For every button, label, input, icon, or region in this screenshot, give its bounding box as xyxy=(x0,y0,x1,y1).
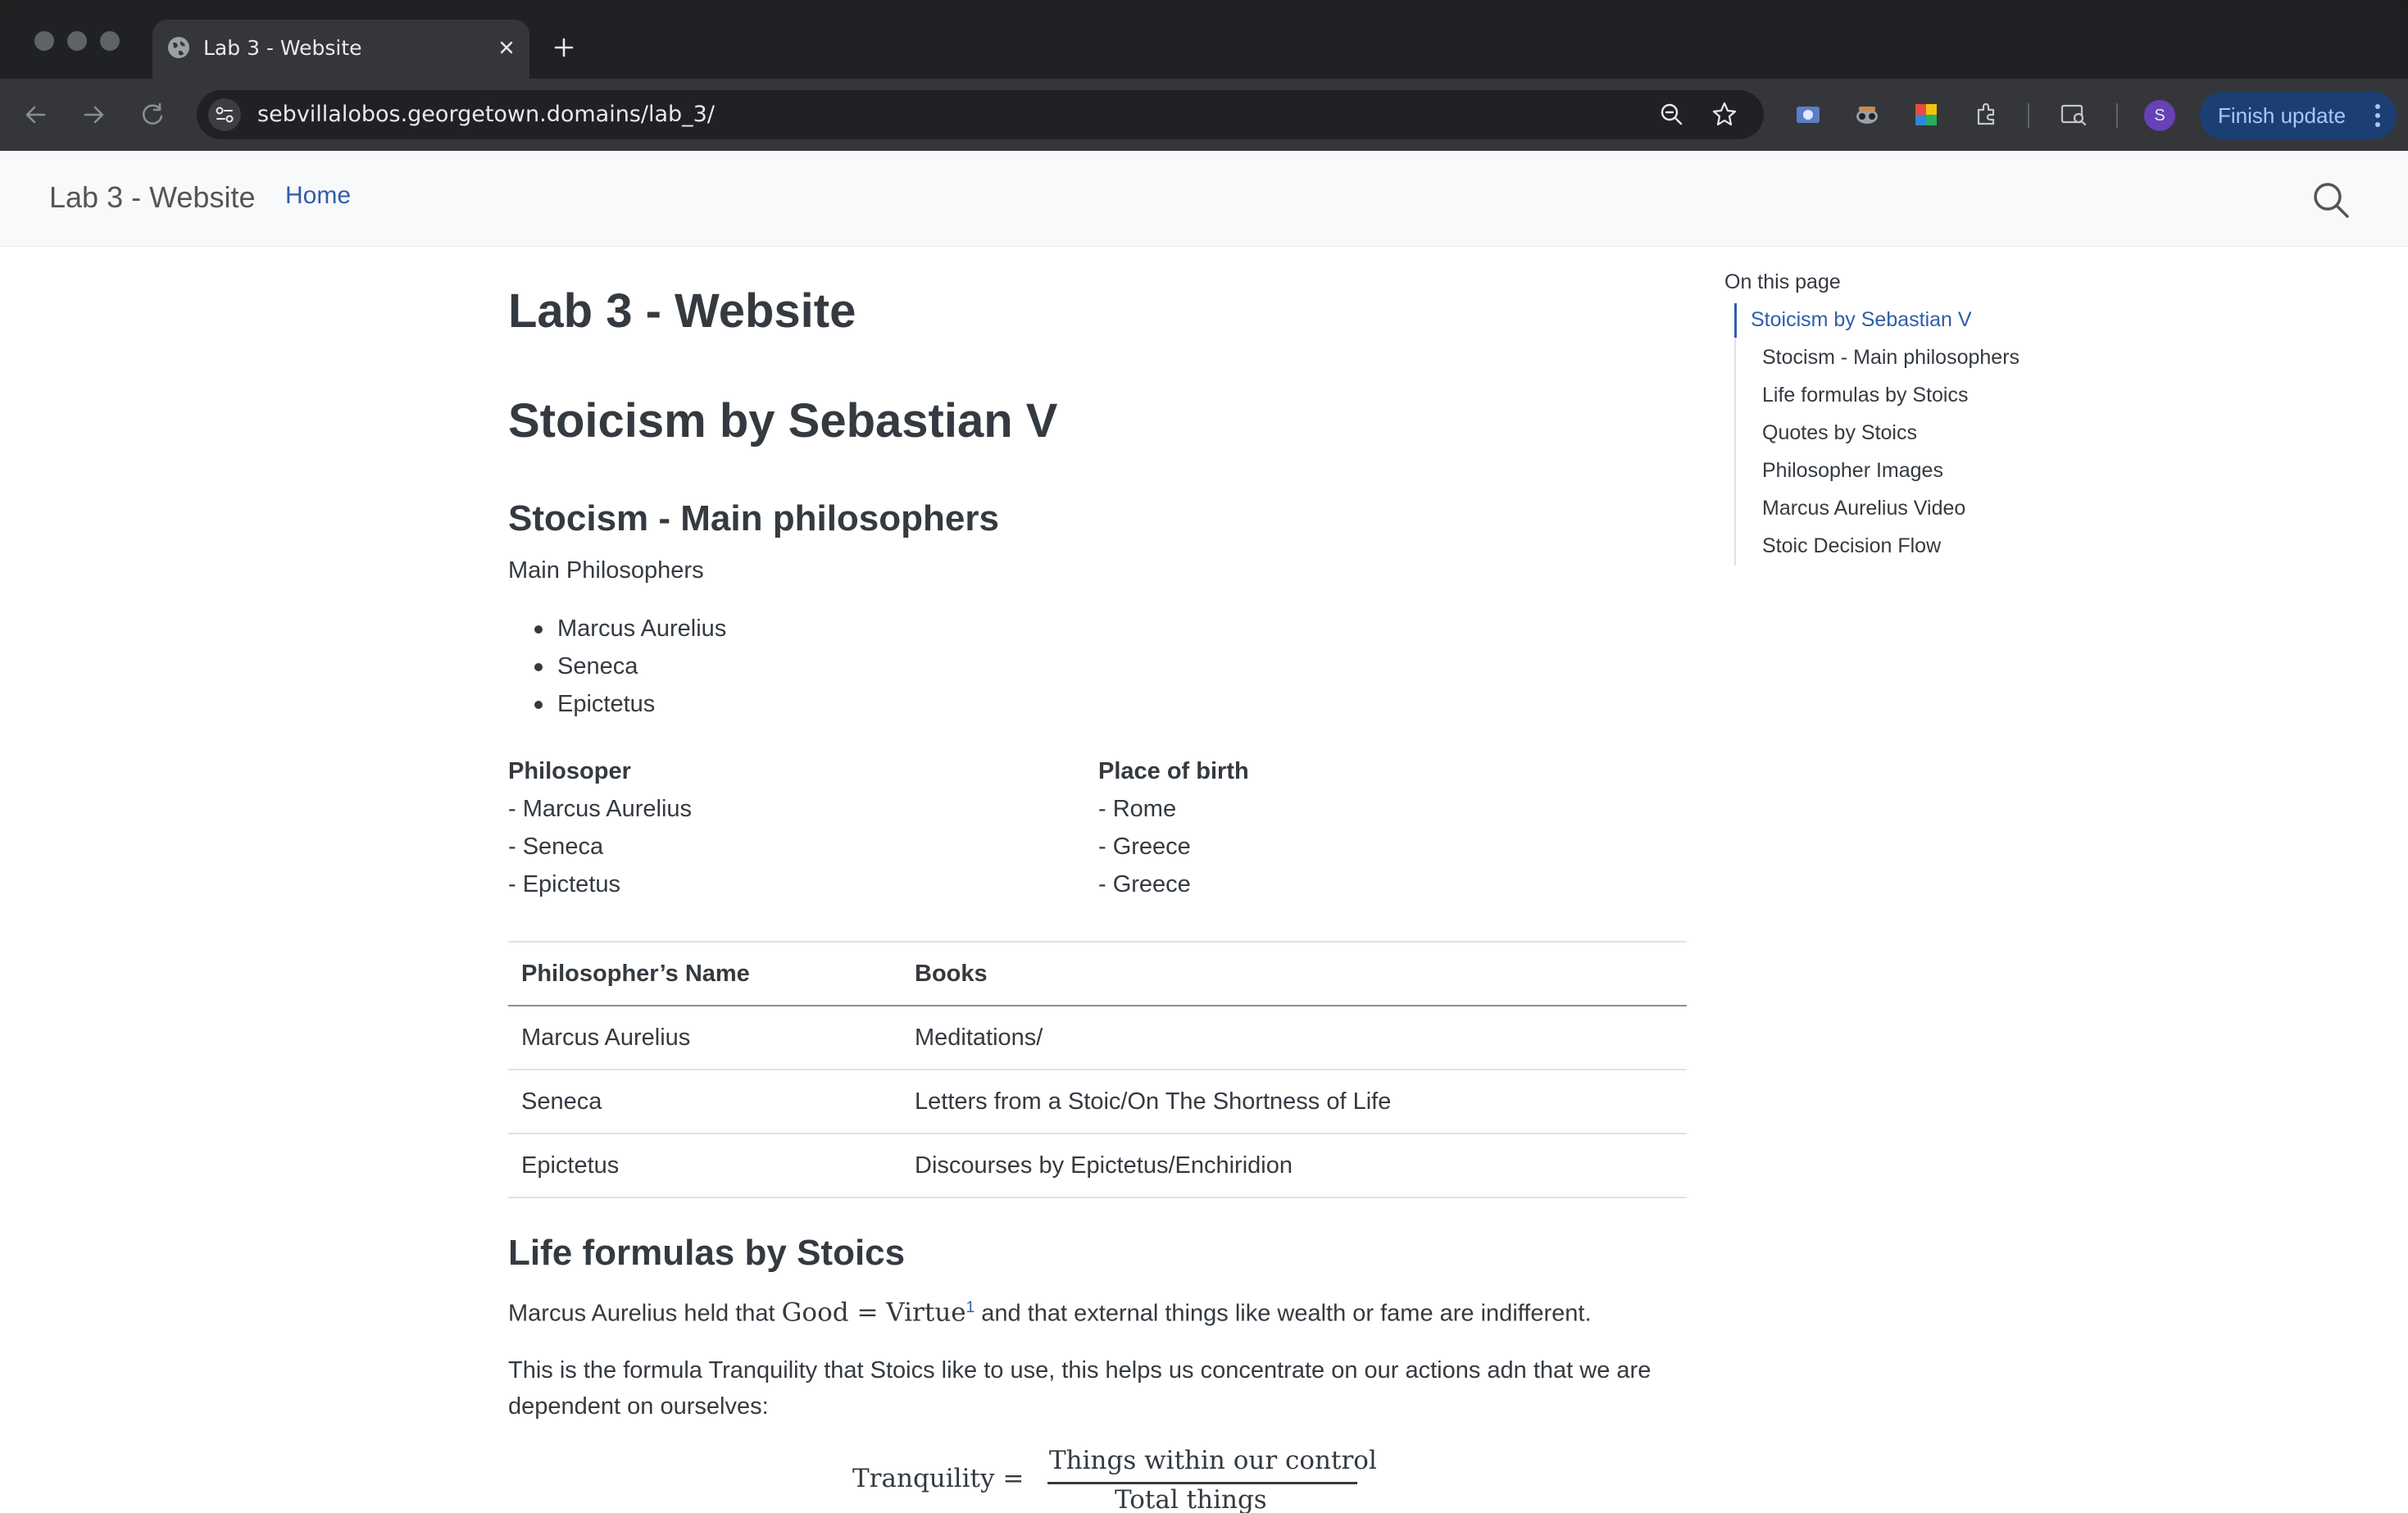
extensions-puzzle-icon[interactable] xyxy=(1969,97,2005,133)
column-item: - Greece xyxy=(1098,871,1191,897)
tab-strip: Lab 3 - Website xyxy=(0,7,2408,79)
zoom-icon[interactable] xyxy=(1654,97,1690,133)
finish-update-label: Finish update xyxy=(2218,103,2347,128)
toc-item-main-philosophers[interactable]: Stocism - Main philosophers xyxy=(1762,346,2020,370)
zoom-window-light[interactable] xyxy=(100,31,120,51)
minimize-window-light[interactable] xyxy=(67,31,87,51)
more-options-icon[interactable] xyxy=(2372,102,2383,129)
table-header-row: Philosopher’s Name Books xyxy=(508,941,1687,1006)
virtue-text-before: Marcus Aurelius held that xyxy=(508,1300,782,1327)
finish-update-button[interactable]: Finish update xyxy=(2200,92,2397,139)
table-header-books: Books xyxy=(902,941,1687,1006)
books-table: Philosopher’s Name Books Marcus Aurelius… xyxy=(508,941,1687,1198)
column-item: - Seneca xyxy=(508,834,604,860)
philosopher-list: Marcus Aurelius Seneca Epictetus xyxy=(508,610,726,723)
site-brand[interactable]: Lab 3 - Website xyxy=(49,180,255,215)
browser-window: Lab 3 - Website sebvillalobos.georgetown… xyxy=(0,7,2408,1513)
table-header-name: Philosopher’s Name xyxy=(508,941,902,1006)
table-cell: Meditations/ xyxy=(902,1006,1687,1070)
tranquility-paragraph-line-1: This is the formula Tranquility that Sto… xyxy=(508,1357,1652,1384)
close-window-light[interactable] xyxy=(34,31,54,51)
address-bar[interactable]: sebvillalobos.georgetown.domains/lab_3/ xyxy=(197,90,1764,139)
screenshot-extension-icon[interactable] xyxy=(1790,97,1826,133)
browser-tab[interactable]: Lab 3 - Website xyxy=(152,20,529,79)
toc-item-quotes[interactable]: Quotes by Stoics xyxy=(1762,421,1917,445)
globe-icon xyxy=(168,37,189,58)
list-item: Marcus Aurelius xyxy=(508,610,726,647)
table-cell: Letters from a Stoic/On The Shortness of… xyxy=(902,1070,1687,1134)
formula-numerator: Things within our control xyxy=(1049,1446,1377,1475)
heading-stoicism: Stoicism by Sebastian V xyxy=(508,394,1058,448)
formula-lhs: Tranquility = xyxy=(852,1464,1025,1493)
toc-active-indicator xyxy=(1734,303,1737,338)
search-tabs-icon[interactable] xyxy=(2056,97,2092,133)
toc-item-video[interactable]: Marcus Aurelius Video xyxy=(1762,497,1965,520)
table-row: Epictetus Discourses by Epictetus/Enchir… xyxy=(508,1134,1687,1198)
url-text: sebvillalobos.georgetown.domains/lab_3/ xyxy=(257,102,715,127)
birthplace-column: Place of birth - Rome - Greece - Greece xyxy=(1098,752,1249,903)
site-navbar: Lab 3 - Website Home xyxy=(0,151,2408,247)
virtue-text-after: and that external things like wealth or … xyxy=(975,1300,1592,1327)
heading-life-formulas: Life formulas by Stoics xyxy=(508,1233,906,1273)
toc-item-images[interactable]: Philosopher Images xyxy=(1762,459,1943,483)
page-title: Lab 3 - Website xyxy=(508,284,856,338)
toc-rail xyxy=(1734,303,1736,566)
table-cell: Marcus Aurelius xyxy=(508,1006,902,1070)
toolbar-separator xyxy=(2028,103,2029,128)
browser-toolbar: sebvillalobos.georgetown.domains/lab_3/ xyxy=(0,79,2408,151)
table-cell: Seneca xyxy=(508,1070,902,1134)
formula-denominator: Total things xyxy=(1115,1485,1267,1513)
column-item: - Greece xyxy=(1098,834,1191,860)
search-icon[interactable] xyxy=(2311,180,2351,220)
reload-icon[interactable] xyxy=(134,97,170,133)
new-tab-icon[interactable] xyxy=(547,31,580,64)
color-palette-extension-icon[interactable] xyxy=(1908,97,1944,133)
spy-extension-icon[interactable] xyxy=(1849,97,1885,133)
toc-heading: On this page xyxy=(1724,270,1841,293)
philosopher-column: Philosoper - Marcus Aurelius - Seneca - … xyxy=(508,752,692,903)
tab-title: Lab 3 - Website xyxy=(203,36,362,60)
list-item: Epictetus xyxy=(508,685,726,723)
profile-avatar[interactable]: S xyxy=(2144,100,2175,131)
site-info-icon[interactable] xyxy=(208,98,241,131)
table-cell: Epictetus xyxy=(508,1134,902,1198)
toc-item-decision-flow[interactable]: Stoic Decision Flow xyxy=(1762,534,1941,558)
virtue-equation: Good = Virtue xyxy=(781,1297,966,1328)
column-item: - Epictetus xyxy=(508,871,620,897)
table-row: Marcus Aurelius Meditations/ xyxy=(508,1006,1687,1070)
forward-icon[interactable] xyxy=(75,97,111,133)
web-page: Lab 3 - Website Home Lab 3 - Website Sto… xyxy=(0,151,2408,1513)
list-item: Seneca xyxy=(508,647,726,685)
footnote-link[interactable]: 1 xyxy=(966,1299,975,1316)
tranquility-paragraph-line-2: dependent on ourselves: xyxy=(508,1393,769,1420)
column-item: - Rome xyxy=(1098,796,1177,822)
virtue-paragraph: Marcus Aurelius held that Good = Virtue1… xyxy=(508,1290,1592,1332)
toc-item-life-formulas[interactable]: Life formulas by Stoics xyxy=(1762,384,1969,407)
table-cell: Discourses by Epictetus/Enchiridion xyxy=(902,1134,1687,1198)
intro-text: Main Philosophers xyxy=(508,557,704,584)
table-row: Seneca Letters from a Stoic/On The Short… xyxy=(508,1070,1687,1134)
close-tab-icon[interactable] xyxy=(493,34,520,61)
heading-main-philosophers: Stocism - Main philosophers xyxy=(508,498,999,538)
column-header: Philosoper xyxy=(508,758,631,784)
bookmark-star-icon[interactable] xyxy=(1706,97,1742,133)
toc-item-stoicism[interactable]: Stoicism by Sebastian V xyxy=(1751,308,1972,332)
back-icon[interactable] xyxy=(18,97,54,133)
toolbar-separator xyxy=(2116,103,2118,128)
column-item: - Marcus Aurelius xyxy=(508,796,693,822)
nav-link-home[interactable]: Home xyxy=(285,182,351,210)
column-header: Place of birth xyxy=(1098,758,1249,784)
fraction-bar xyxy=(1047,1482,1357,1484)
